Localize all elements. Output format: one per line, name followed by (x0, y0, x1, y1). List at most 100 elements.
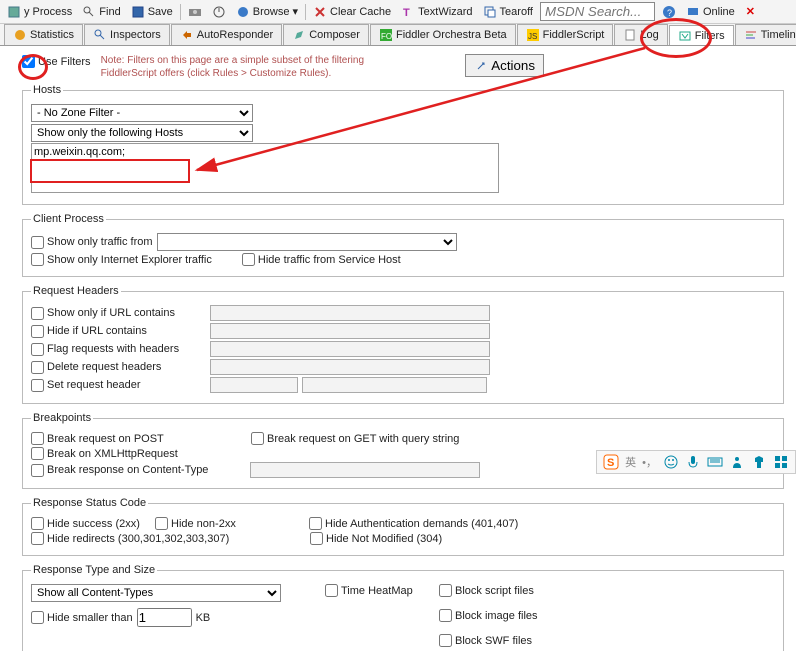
timer-button[interactable] (209, 4, 229, 20)
break-get-checkbox[interactable]: Break request on GET with query string (251, 432, 459, 445)
tab-orchestra[interactable]: FO Fiddler Orchestra Beta (370, 24, 516, 45)
content-type-select[interactable]: Show all Content-Types (31, 584, 281, 602)
flag-headers-input[interactable] (210, 341, 490, 357)
help-button[interactable]: ? (659, 4, 679, 20)
toolbox-icon[interactable] (773, 454, 789, 470)
break-ct-checkbox[interactable]: Break response on Content-Type (31, 464, 246, 477)
hide-notmod-checkbox[interactable]: Hide Not Modified (304) (310, 532, 442, 545)
hide-redirects-checkbox[interactable]: Hide redirects (300,301,302,303,307) (31, 532, 306, 545)
actions-icon (474, 59, 488, 73)
save-button[interactable]: Save (128, 4, 176, 20)
svg-text:FO: FO (381, 32, 392, 41)
hide-smaller-checkbox[interactable]: Hide smaller than (31, 611, 133, 624)
set-header-value-input[interactable] (302, 377, 487, 393)
url-contains-checkbox[interactable]: Show only if URL contains (31, 307, 206, 320)
autoresponder-icon (180, 28, 194, 42)
tearoff-button[interactable]: Tearoff (480, 4, 536, 20)
browse-button[interactable]: Browse ▾ (233, 4, 301, 20)
clear-cache-button[interactable]: Clear Cache (310, 4, 394, 20)
set-header-checkbox[interactable]: Set request header (31, 379, 206, 392)
break-post-checkbox[interactable]: Break request on POST (31, 432, 221, 445)
zone-filter-select[interactable]: - No Zone Filter - (31, 104, 253, 122)
block-image-checkbox[interactable]: Block image files (439, 609, 538, 622)
set-header-name-input[interactable] (210, 377, 298, 393)
break-xhr-checkbox[interactable]: Break on XMLHttpRequest (31, 447, 178, 460)
tab-fiddlerscript[interactable]: JSFiddlerScript (517, 24, 614, 45)
tab-filters[interactable]: Filters (669, 25, 734, 46)
client-process-group: Client Process Show only traffic from Sh… (22, 213, 784, 277)
emoji-icon[interactable] (663, 454, 679, 470)
hosts-legend: Hosts (31, 84, 63, 96)
online-icon (686, 5, 700, 19)
host-filter-select[interactable]: Show only the following Hosts (31, 124, 253, 142)
bp-legend: Breakpoints (31, 412, 93, 424)
svg-text:T: T (403, 7, 410, 19)
ime-toolbar[interactable]: S 英 •， (596, 450, 796, 474)
voice-icon[interactable] (685, 454, 701, 470)
use-filters-checkbox[interactable]: Use Filters (22, 55, 91, 68)
skin-icon[interactable] (751, 454, 767, 470)
block-swf-checkbox[interactable]: Block SWF files (439, 634, 538, 647)
find-label: Find (99, 6, 120, 18)
find-button[interactable]: Find (79, 4, 123, 20)
keyboard-icon[interactable] (707, 454, 723, 470)
tab-statistics[interactable]: Statistics (4, 24, 83, 45)
hosts-group: Hosts - No Zone Filter - Show only the f… (22, 84, 784, 205)
online-button[interactable]: Online (683, 4, 738, 20)
hide-url-checkbox[interactable]: Hide if URL contains (31, 325, 206, 338)
timeline-icon (744, 28, 758, 42)
show-only-traffic-checkbox[interactable]: Show only traffic from (31, 236, 153, 249)
tab-log[interactable]: Log (614, 24, 667, 45)
status-code-group: Response Status Code Hide success (2xx) … (22, 497, 784, 556)
tab-timeline[interactable]: Timeline (735, 24, 796, 45)
tab-autoresponder[interactable]: AutoResponder (171, 24, 282, 45)
process-select[interactable] (157, 233, 457, 251)
hide-auth-checkbox[interactable]: Hide Authentication demands (401,407) (309, 517, 518, 530)
clear-cache-icon (313, 5, 327, 19)
msdn-search-input[interactable] (540, 2, 655, 21)
hosts-textarea[interactable]: mp.weixin.qq.com; (31, 143, 499, 193)
tab-composer[interactable]: Composer (283, 24, 369, 45)
actions-label: Actions (491, 58, 535, 73)
hide-non2xx-checkbox[interactable]: Hide non-2xx (155, 517, 305, 530)
clock-icon (212, 5, 226, 19)
tab-strip: Statistics Inspectors AutoResponder Comp… (0, 24, 796, 46)
svg-text:S: S (607, 457, 614, 469)
break-ct-input[interactable] (250, 462, 480, 478)
use-filters-label: Use Filters (38, 56, 91, 68)
note-text: Note: Filters on this page are a simple … (101, 54, 364, 80)
size-input[interactable] (137, 608, 192, 627)
textwizard-button[interactable]: TTextWizard (398, 4, 475, 20)
url-contains-input[interactable] (210, 305, 490, 321)
tab-label: Composer (309, 29, 360, 41)
flag-headers-checkbox[interactable]: Flag requests with headers (31, 343, 206, 356)
stats-icon (13, 28, 27, 42)
heatmap-checkbox[interactable]: Time HeatMap (325, 584, 435, 597)
tab-label: FiddlerScript (543, 29, 605, 41)
sogou-icon[interactable]: S (603, 454, 619, 470)
response-type-group: Response Type and Size Show all Content-… (22, 564, 784, 651)
hide-svc-checkbox[interactable]: Hide traffic from Service Host (242, 253, 401, 266)
close-button[interactable]: ✕ (742, 5, 759, 18)
hide-success-checkbox[interactable]: Hide success (2xx) (31, 517, 151, 530)
status-legend: Response Status Code (31, 497, 148, 509)
person-icon[interactable] (729, 454, 745, 470)
tab-inspectors[interactable]: Inspectors (84, 24, 170, 45)
resp-legend: Response Type and Size (31, 564, 157, 576)
online-label: Online (703, 6, 735, 18)
hide-url-input[interactable] (210, 323, 490, 339)
tearoff-icon (483, 5, 497, 19)
tab-label: Inspectors (110, 29, 161, 41)
actions-button[interactable]: Actions (465, 54, 544, 77)
process-button[interactable]: y Process (4, 4, 75, 20)
tab-label: Fiddler Orchestra Beta (396, 29, 507, 41)
tearoff-label: Tearoff (500, 6, 533, 18)
ime-lang[interactable]: 英 (625, 454, 636, 470)
camera-button[interactable] (185, 4, 205, 20)
delete-headers-input[interactable] (210, 359, 490, 375)
show-ie-checkbox[interactable]: Show only Internet Explorer traffic (31, 253, 212, 266)
delete-headers-checkbox[interactable]: Delete request headers (31, 361, 206, 374)
block-script-checkbox[interactable]: Block script files (439, 584, 538, 597)
textwizard-icon: T (401, 5, 415, 19)
find-icon (82, 5, 96, 19)
